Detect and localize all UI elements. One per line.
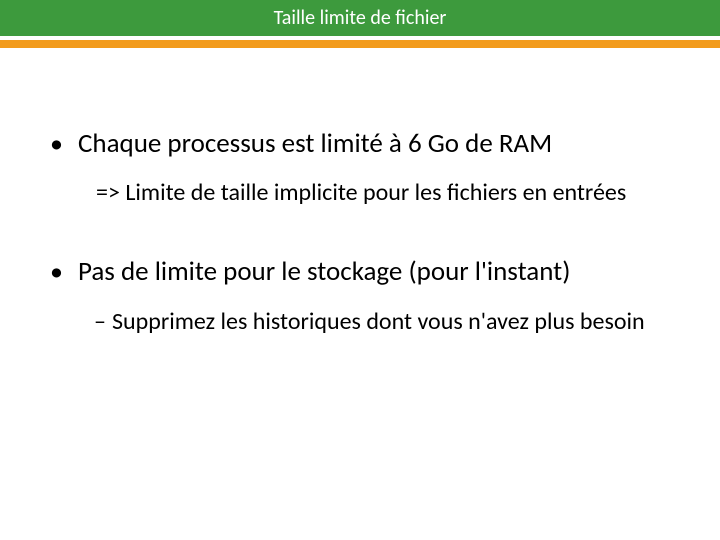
list-item: • Pas de limite pour le stockage (pour l… <box>50 256 670 336</box>
bullet-row: • Pas de limite pour le stockage (pour l… <box>50 256 670 288</box>
content-area: • Chaque processus est limité à 6 Go de … <box>0 48 720 425</box>
bullet-dot-icon: • <box>50 130 78 156</box>
bullet-text: Pas de limite pour le stockage (pour l'i… <box>78 256 570 288</box>
sub-item-text: Supprimez les historiques dont vous n'av… <box>112 307 645 336</box>
bullet-text: Chaque processus est limité à 6 Go de RA… <box>78 128 552 160</box>
bullet-list: • Chaque processus est limité à 6 Go de … <box>50 128 670 337</box>
dash-icon: – <box>94 307 112 337</box>
title-bar: Taille limite de fichier <box>0 0 720 36</box>
bullet-row: • Chaque processus est limité à 6 Go de … <box>50 128 670 160</box>
sub-item: –Supprimez les historiques dont vous n'a… <box>96 307 656 337</box>
slide: Taille limite de fichier • Chaque proces… <box>0 0 720 540</box>
bullet-dot-icon: • <box>50 258 78 284</box>
list-item: • Chaque processus est limité à 6 Go de … <box>50 128 670 208</box>
slide-title: Taille limite de fichier <box>274 6 447 30</box>
sub-item: => Limite de taille implicite pour les f… <box>96 178 656 208</box>
accent-bar <box>0 40 720 48</box>
